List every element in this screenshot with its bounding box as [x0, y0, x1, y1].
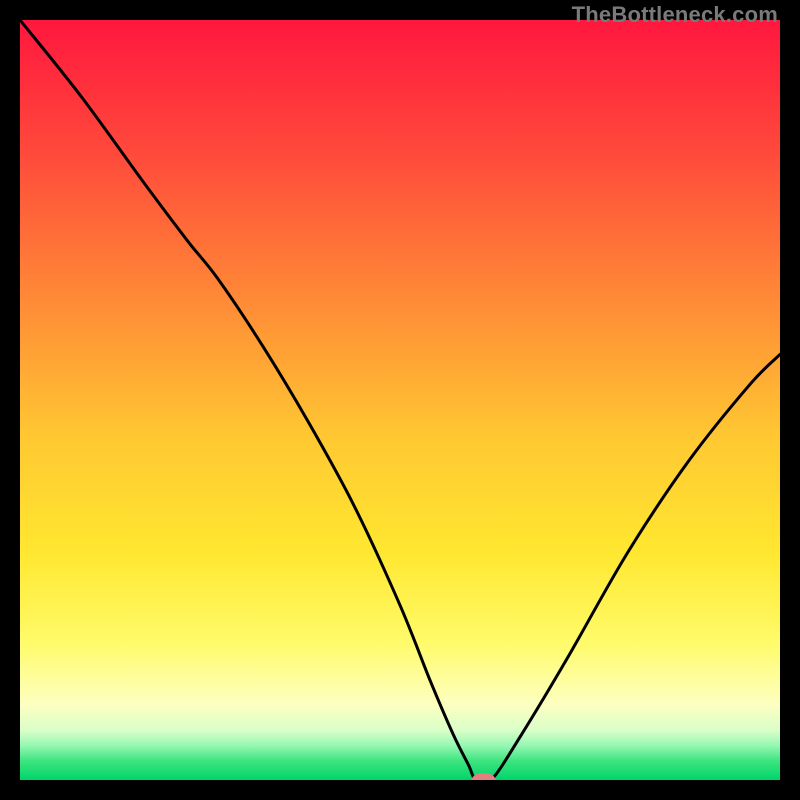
- plot-area: [20, 20, 780, 780]
- chart-frame: TheBottleneck.com: [0, 0, 800, 800]
- gradient-background: [20, 20, 780, 780]
- chart-svg: [20, 20, 780, 780]
- watermark-text: TheBottleneck.com: [572, 2, 778, 28]
